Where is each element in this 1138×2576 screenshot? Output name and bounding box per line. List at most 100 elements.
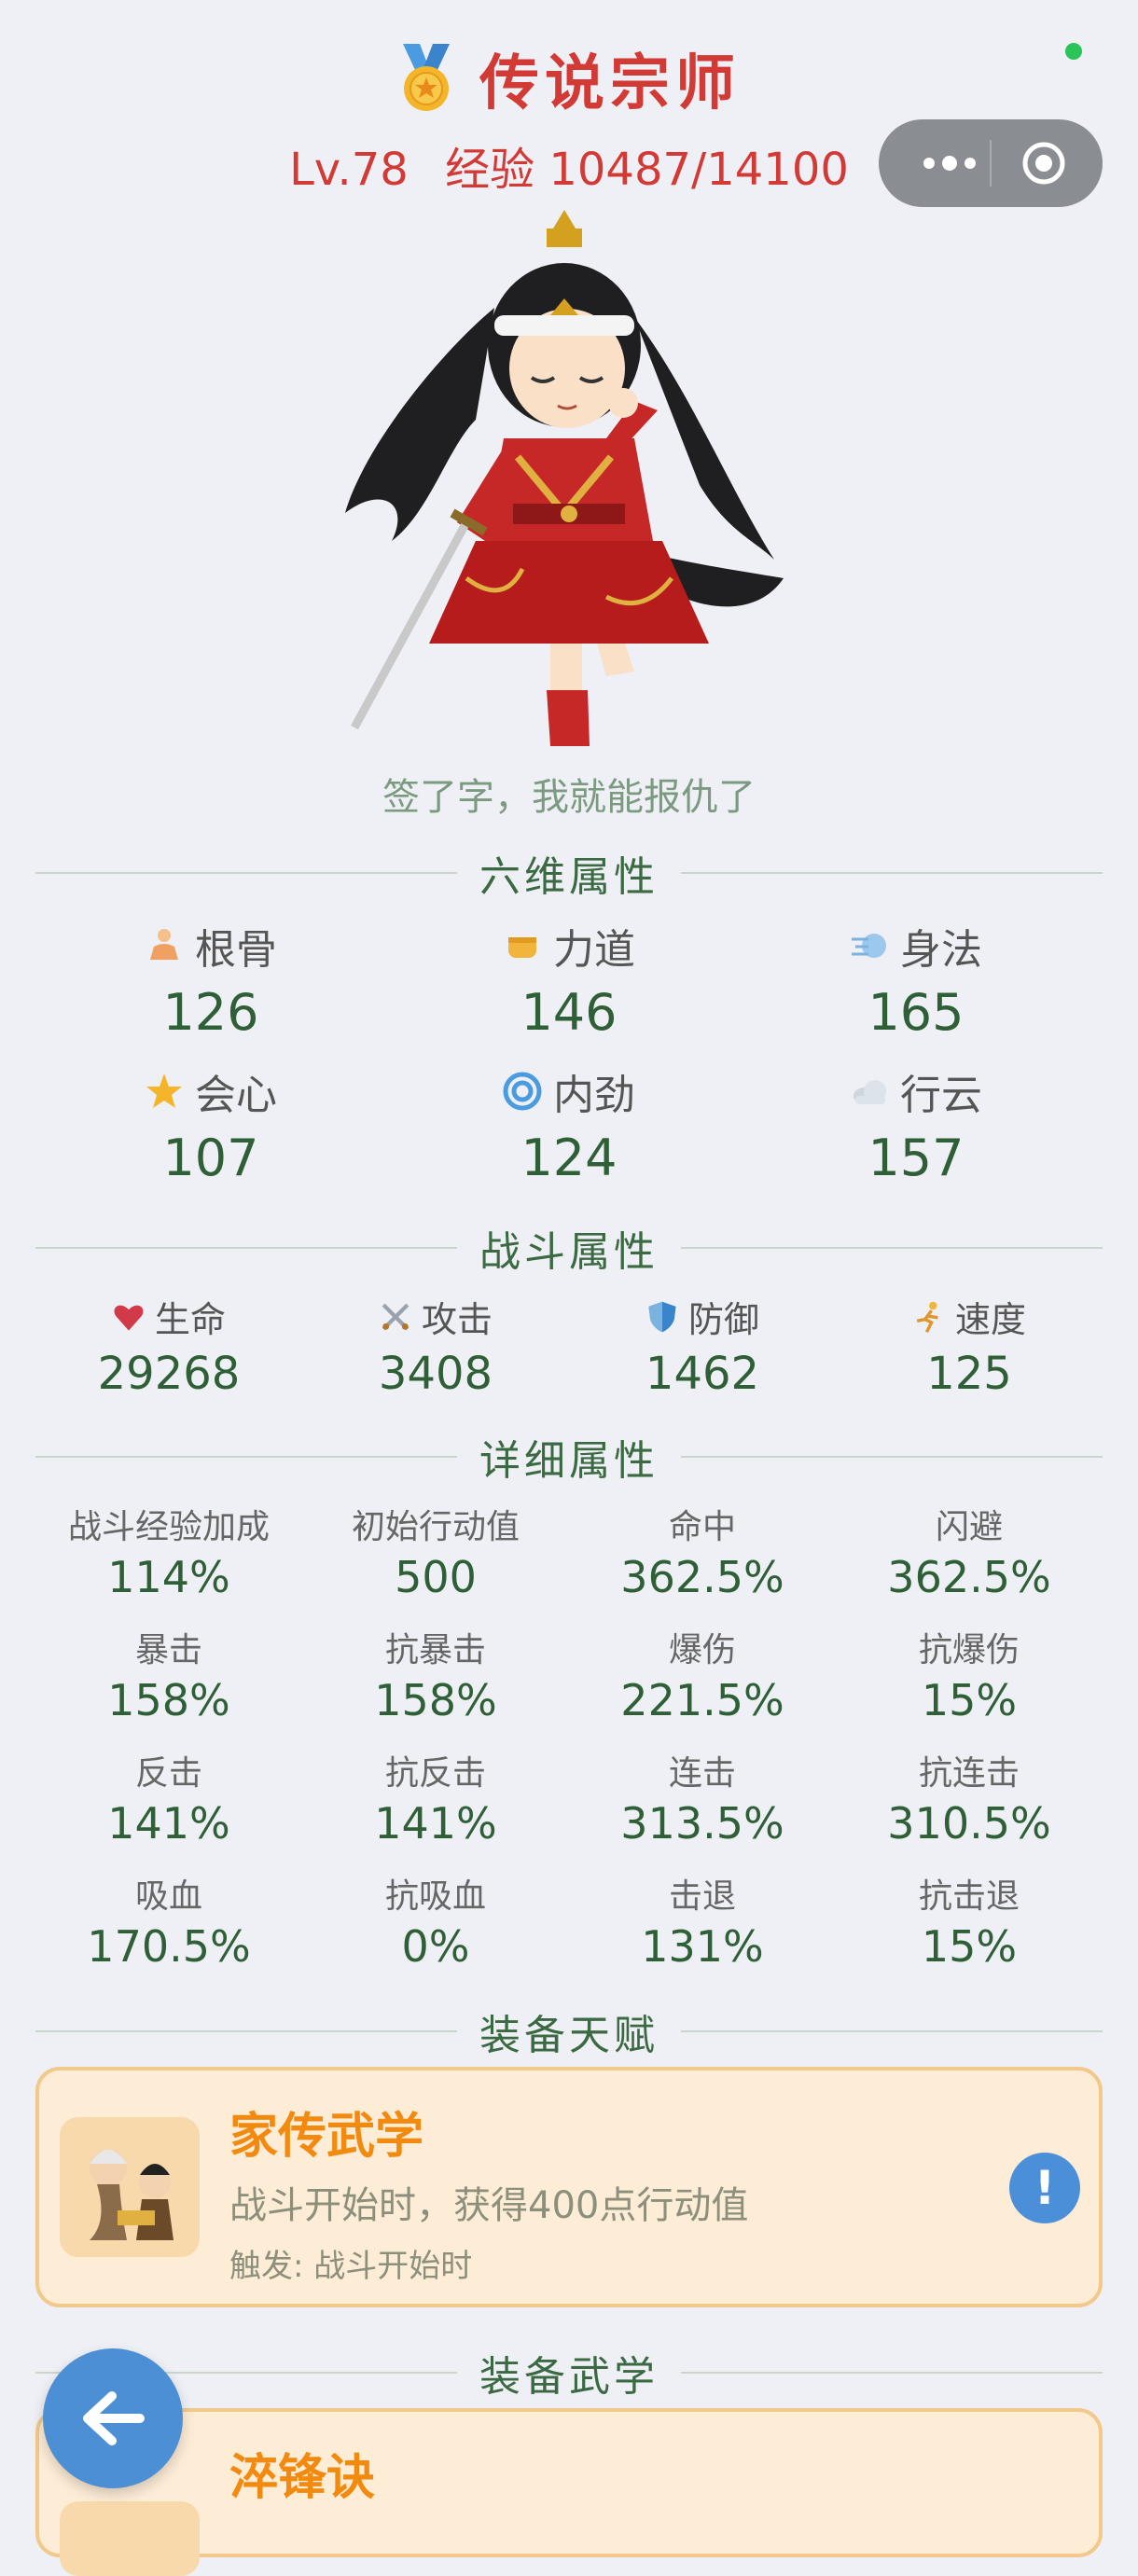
more-menu-button[interactable]: [910, 119, 989, 207]
miniprogram-capsule: [879, 119, 1103, 207]
combat-value: 125: [926, 1348, 1012, 1400]
header-title-row: 传说宗师: [0, 35, 1138, 121]
section-talent: 装备天赋: [35, 2003, 1103, 2059]
heart-icon: [114, 1305, 144, 1331]
detail-value: 500: [395, 1552, 477, 1602]
talent-card[interactable]: 家传武学 战斗开始时，获得400点行动值 触发: 战斗开始时 !: [35, 2067, 1103, 2307]
detail-item: 命中 362.5%: [569, 1500, 836, 1602]
detail-item: 抗吸血 0%: [302, 1869, 569, 1972]
talent-desc: 战斗开始时，获得400点行动值: [229, 2184, 749, 2227]
detail-value: 141%: [374, 1798, 497, 1849]
character-quote: 签了字，我就能报仇了: [382, 776, 756, 819]
close-target-icon[interactable]: [1020, 140, 1067, 187]
section-six-title: 六维属性: [479, 853, 659, 901]
martial-avatar: [60, 2501, 200, 2576]
talent-name: 家传武学: [229, 2109, 424, 2165]
detail-value: 0%: [401, 1921, 470, 1972]
section-martial: 装备武学: [35, 2345, 1103, 2401]
attr-label: 身法: [900, 926, 982, 974]
detail-label: 抗暴击: [384, 1631, 486, 1669]
combat-label: 攻击: [421, 1299, 493, 1340]
detail-item: 反击 141%: [35, 1746, 302, 1849]
detail-item: 初始行动值 500: [302, 1500, 569, 1602]
talent-trigger: 触发: 战斗开始时: [229, 2248, 473, 2285]
detail-value: 362.5%: [887, 1552, 1051, 1602]
back-button[interactable]: [43, 2348, 183, 2488]
attr-value: 126: [162, 983, 259, 1042]
section-combat-title: 战斗属性: [479, 1228, 659, 1276]
detail-value: 158%: [374, 1675, 497, 1725]
fist-icon: [508, 937, 536, 958]
arrow-left-icon: [83, 2391, 145, 2445]
detail-item: 暴击 158%: [35, 1623, 302, 1725]
section-martial-title: 装备武学: [479, 2353, 659, 2401]
meditate-icon: [150, 929, 178, 960]
info-button[interactable]: !: [1009, 2153, 1080, 2223]
attr-label: 行云: [900, 1072, 982, 1119]
character-portrait: [345, 210, 784, 746]
talent-avatar: [60, 2117, 200, 2257]
section-six-attrs: 六维属性: [35, 845, 1103, 901]
detail-label: 暴击: [134, 1631, 202, 1669]
detail-item: 抗反击 141%: [302, 1746, 569, 1849]
exp-text: 经验 10487/14100: [445, 144, 849, 196]
detail-value: 131%: [641, 1921, 764, 1972]
detail-value: 114%: [107, 1552, 230, 1602]
attr-value: 107: [162, 1129, 259, 1187]
detail-item: 抗击退 15%: [836, 1869, 1103, 1972]
detail-item: 抗连击 310.5%: [836, 1746, 1103, 1849]
detail-item: 吸血 170.5%: [35, 1869, 302, 1972]
attr-value: 146: [520, 983, 618, 1042]
combat-label: 速度: [954, 1299, 1026, 1340]
attr-value: 165: [867, 983, 965, 1042]
detail-item: 击退 131%: [569, 1869, 836, 1972]
detail-label: 抗爆伤: [918, 1631, 1020, 1669]
rank-title: 传说宗师: [479, 49, 741, 118]
attr-item-gengu: 根骨 126: [90, 916, 332, 1042]
detail-label: 抗反击: [384, 1754, 486, 1793]
detail-item: 闪避 362.5%: [836, 1500, 1103, 1602]
section-talent-title: 装备天赋: [479, 2012, 659, 2059]
capsule-divider: [990, 140, 992, 187]
combat-item-def: 防御 1462: [569, 1291, 836, 1400]
detail-item: 连击 313.5%: [569, 1746, 836, 1849]
combat-value: 29268: [97, 1348, 241, 1400]
martial-name: 淬锋诀: [229, 2450, 376, 2506]
attr-label: 力道: [553, 926, 635, 974]
combat-item-hp: 生命 29268: [35, 1291, 302, 1400]
detail-value: 15%: [921, 1921, 1018, 1972]
attr-item-xingyun: 行云 157: [795, 1061, 1037, 1187]
combat-label: 防御: [687, 1299, 759, 1340]
combat-value: 3408: [378, 1348, 493, 1400]
detail-label: 战斗经验加成: [67, 1508, 270, 1546]
detail-value: 221.5%: [620, 1675, 784, 1725]
detail-label: 抗吸血: [384, 1877, 486, 1916]
attr-value: 124: [520, 1129, 618, 1187]
detail-label: 抗连击: [918, 1754, 1020, 1793]
detail-item: 抗爆伤 15%: [836, 1623, 1103, 1725]
combat-item-atk: 攻击 3408: [302, 1291, 569, 1400]
combat-label: 生命: [154, 1299, 226, 1340]
swords-icon: [382, 1303, 409, 1330]
detail-label: 爆伤: [668, 1631, 736, 1669]
detail-value: 158%: [107, 1675, 230, 1725]
detail-label: 命中: [668, 1508, 736, 1546]
attr-item-huixin: 会心 107: [90, 1061, 332, 1187]
runner-icon: [916, 1301, 938, 1333]
combat-value: 1462: [645, 1348, 760, 1400]
martial-card[interactable]: 淬锋诀: [35, 2408, 1103, 2576]
star-icon: [146, 1073, 182, 1108]
cloud-icon: [854, 1080, 886, 1104]
detail-label: 击退: [668, 1877, 736, 1916]
detail-item: 抗暴击 158%: [302, 1623, 569, 1725]
detail-label: 反击: [134, 1754, 202, 1793]
attr-item-neijin: 内劲 124: [448, 1061, 690, 1187]
section-detail-title: 详细属性: [479, 1437, 659, 1485]
wind-icon: [852, 934, 886, 958]
detail-label: 抗击退: [918, 1877, 1020, 1916]
detail-label: 连击: [668, 1754, 736, 1793]
detail-value: 362.5%: [620, 1552, 784, 1602]
attr-value: 157: [867, 1129, 965, 1187]
medal-icon: [403, 44, 450, 111]
attr-item-shenfa: 身法 165: [795, 916, 1037, 1042]
